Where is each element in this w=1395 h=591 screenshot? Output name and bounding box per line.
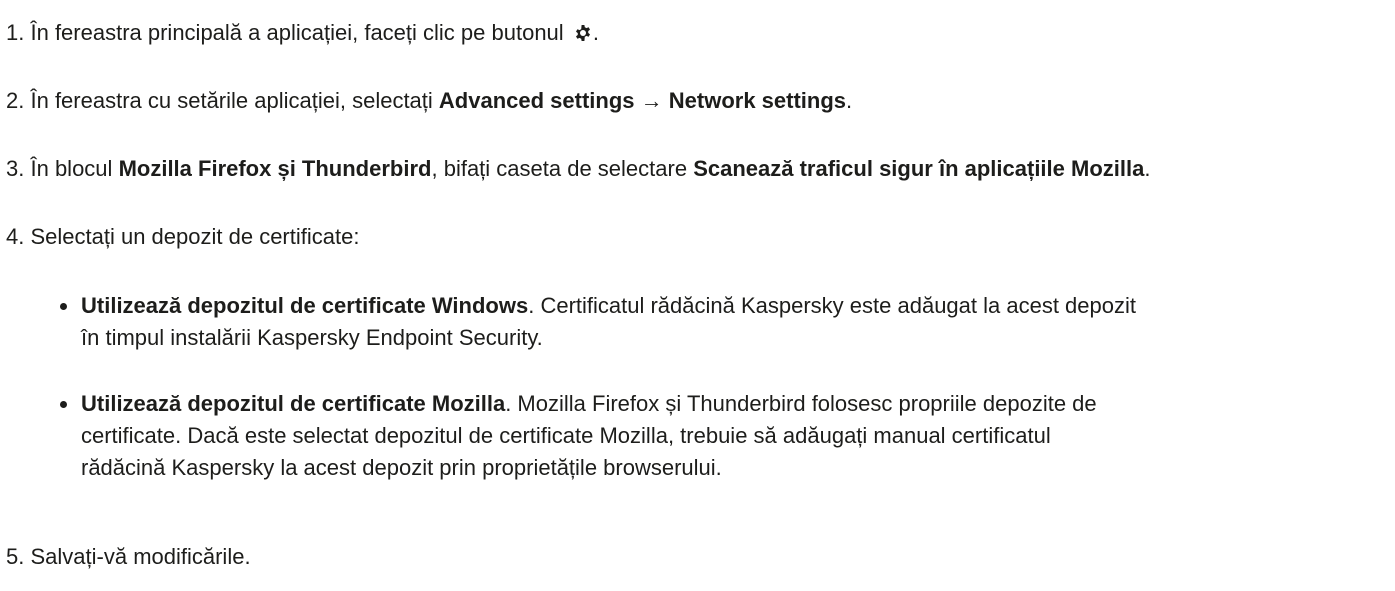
step-text: În fereastra cu setările aplicației, sel… — [30, 88, 433, 113]
option-desc-line: certificate. Dacă este selectat depozitu… — [81, 423, 1051, 448]
step-text: Salvați-vă modificările. — [30, 544, 251, 569]
menu-path: Advanced settings → Network settings — [438, 88, 847, 113]
step-text-end: . — [592, 20, 599, 45]
step-number: 2. — [6, 88, 25, 113]
step-text-end: . — [1144, 156, 1151, 181]
option-desc-line: . Mozilla Firefox și Thunderbird foloses… — [505, 391, 1097, 416]
step-1: 1. În fereastra principală a aplicației,… — [6, 17, 599, 49]
step-number: 5. — [6, 544, 25, 569]
bullet-icon — [60, 401, 67, 408]
step-text-middle: , bifați caseta de selectare — [431, 156, 688, 181]
checkbox-name: Scanează traficul sigur în aplicațiile M… — [693, 156, 1145, 181]
option-text: Utilizează depozitul de certificate Wind… — [81, 290, 1386, 354]
bullet-icon — [60, 303, 67, 310]
step-number: 1. — [6, 20, 25, 45]
option-desc-line: în timpul instalării Kaspersky Endpoint … — [81, 325, 543, 350]
option-text: Utilizează depozitul de certificate Mozi… — [81, 388, 1386, 484]
gear-icon — [575, 25, 590, 41]
option-title: Utilizează depozitul de certificate Mozi… — [81, 391, 506, 416]
option-desc-line: . Certificatul rădăcină Kaspersky este a… — [528, 293, 1137, 318]
step-text: În fereastra principală a aplicației, fa… — [30, 20, 564, 45]
step-3: 3. În blocul Mozilla Firefox și Thunderb… — [6, 153, 1150, 185]
block-name: Mozilla Firefox și Thunderbird — [118, 156, 432, 181]
step-text-end: . — [846, 88, 853, 113]
step-number: 4. — [6, 224, 25, 249]
option-desc-line: rădăcină Kaspersky la acest depozit prin… — [81, 455, 722, 480]
step-number: 3. — [6, 156, 25, 181]
option-title: Utilizează depozitul de certificate Wind… — [81, 293, 529, 318]
step-5: 5. Salvați-vă modificările. — [6, 541, 251, 573]
step-4: 4. Selectați un depozit de certificate: — [6, 221, 359, 253]
step-text: În blocul — [30, 156, 113, 181]
step-2: 2. În fereastra cu setările aplicației, … — [6, 85, 852, 117]
step-text: Selectați un depozit de certificate: — [30, 224, 360, 249]
